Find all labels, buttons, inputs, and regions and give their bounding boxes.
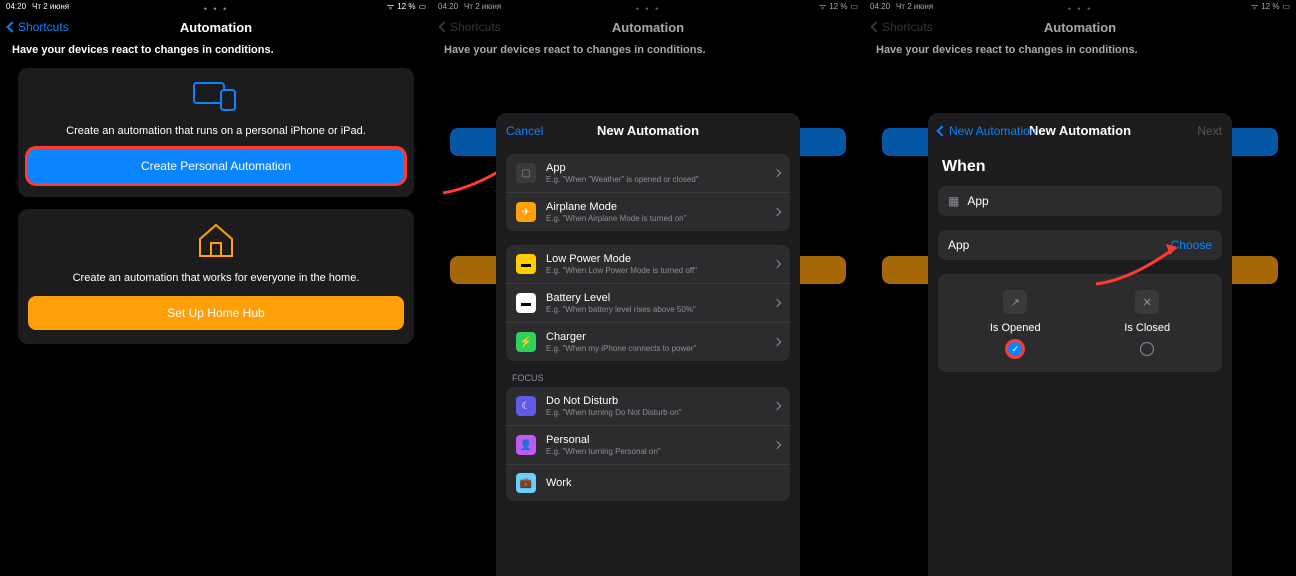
wifi-icon: ᯤ [387,1,394,12]
option-is-opened[interactable]: ↗ Is Opened ✓ [990,290,1041,356]
item-title: Do Not Disturb [546,395,774,407]
item-sub: E.g. "When battery level rises above 50%… [546,305,774,314]
chevron-right-icon [773,169,781,177]
personal-desc: Create an automation that runs on a pers… [28,125,404,137]
personal-card: Create an automation that runs on a pers… [18,68,414,197]
battery-level-icon: ▬ [516,293,536,313]
trigger-app[interactable]: ▢ AppE.g. "When "Weather" is opened or c… [506,154,790,193]
item-sub: E.g. "When turning Personal on" [546,447,774,456]
choose-button[interactable]: Choose [1171,238,1212,252]
item-title: Airplane Mode [546,201,774,213]
battery-pct: 12 % [397,2,415,11]
home-icon [196,223,236,259]
sheet-header: Cancel New Automation [496,113,800,148]
item-title: Charger [546,331,774,343]
devices-icon [193,82,239,112]
chevron-right-icon [773,260,781,268]
panel-2: 04:20 Чт 2 июня • • • ᯤ 12 % ▭ Shortcuts… [432,0,864,576]
radio-is-opened[interactable]: ✓ [1008,342,1022,356]
trigger-dnd[interactable]: ☾ Do Not DisturbE.g. "When turning Do No… [506,387,790,426]
next-button[interactable]: Next [1197,124,1222,138]
dnd-icon: ☾ [516,396,536,416]
back-shortcuts[interactable]: Shortcuts [8,20,69,34]
status-time: 04:20 [6,2,26,11]
low-power-icon: ▬ [516,254,536,274]
new-automation-sheet: Cancel New Automation ▢ AppE.g. "When "W… [496,113,800,576]
app-label: App [948,238,1163,252]
app-summary-label: App [967,194,1212,208]
trigger-personal[interactable]: 👤 PersonalE.g. "When turning Personal on… [506,426,790,465]
home-desc: Create an automation that works for ever… [28,272,404,284]
chevron-right-icon [773,338,781,346]
chevron-right-icon [773,402,781,410]
focus-section-label: FOCUS [496,361,800,387]
choose-app-row[interactable]: App Choose [938,230,1222,260]
checkmark-icon: ✓ [1011,344,1019,355]
panel-1: 04:20 Чт 2 июня • • • ᯤ 12 % ▭ Shortcuts… [0,0,432,576]
app-icon: ▢ [516,163,536,183]
status-date: Чт 2 июня [32,2,69,11]
radio-is-closed[interactable] [1140,342,1154,356]
item-sub: E.g. "When "Weather" is opened or closed… [546,175,774,184]
item-title: Low Power Mode [546,253,774,265]
sheet-header: New Automation New Automation Next [928,113,1232,148]
panel-3: 04:20 Чт 2 июня • • • ᯤ 12 % ▭ Shortcuts… [864,0,1296,576]
open-icon: ↗ [1003,290,1027,314]
chevron-left-icon [6,21,17,32]
trigger-work[interactable]: 💼 Work [506,465,790,501]
item-title: Personal [546,434,774,446]
chevron-left-icon [936,125,947,136]
trigger-group-focus: ☾ Do Not DisturbE.g. "When turning Do No… [506,387,790,501]
battery-icon: ▭ [418,2,426,11]
option-is-closed[interactable]: ✕ Is Closed [1124,290,1170,356]
chevron-right-icon [773,441,781,449]
status-bar: 04:20 Чт 2 июня • • • ᯤ 12 % ▭ [0,0,432,12]
item-title: Work [546,477,780,489]
sheet-title: New Automation [597,123,699,138]
app-grid-icon: ▦ [948,194,959,208]
airplane-icon: ✈ [516,202,536,222]
trigger-charger[interactable]: ⚡ ChargerE.g. "When my iPhone connects t… [506,323,790,361]
item-sub: E.g. "When Airplane Mode is turned on" [546,214,774,223]
chevron-right-icon [773,299,781,307]
open-close-options: ↗ Is Opened ✓ ✕ Is Closed [938,274,1222,372]
app-trigger-sheet: New Automation New Automation Next When … [928,113,1232,576]
create-personal-automation-button[interactable]: Create Personal Automation [28,149,404,183]
item-sub: E.g. "When Low Power Mode is turned off" [546,266,774,275]
work-icon: 💼 [516,473,536,493]
sheet-title: New Automation [1029,123,1131,138]
subtitle: Have your devices react to changes in co… [0,44,432,56]
trigger-group-1: ▢ AppE.g. "When "Weather" is opened or c… [506,154,790,231]
item-sub: E.g. "When my iPhone connects to power" [546,344,774,353]
close-icon: ✕ [1135,290,1159,314]
home-card: Create an automation that works for ever… [18,209,414,344]
personal-icon: 👤 [516,435,536,455]
cancel-button[interactable]: Cancel [506,124,543,138]
back-label: New Automation [949,124,1036,138]
trigger-low-power[interactable]: ▬ Low Power ModeE.g. "When Low Power Mod… [506,245,790,284]
setup-home-hub-button[interactable]: Set Up Home Hub [28,296,404,330]
trigger-battery-level[interactable]: ▬ Battery LevelE.g. "When battery level … [506,284,790,323]
item-title: Battery Level [546,292,774,304]
opt-label: Is Opened [990,322,1041,334]
app-summary-row: ▦ App [938,186,1222,216]
opt-label: Is Closed [1124,322,1170,334]
charger-icon: ⚡ [516,332,536,352]
back-new-automation[interactable]: New Automation [938,124,1036,138]
trigger-group-2: ▬ Low Power ModeE.g. "When Low Power Mod… [506,245,790,361]
nav-header: Shortcuts Automation [0,12,432,42]
item-title: App [546,162,774,174]
page-title: Automation [180,20,252,35]
item-sub: E.g. "When turning Do Not Disturb on" [546,408,774,417]
back-label: Shortcuts [18,20,69,34]
when-heading: When [928,148,1232,182]
trigger-airplane[interactable]: ✈ Airplane ModeE.g. "When Airplane Mode … [506,193,790,231]
chevron-right-icon [773,208,781,216]
